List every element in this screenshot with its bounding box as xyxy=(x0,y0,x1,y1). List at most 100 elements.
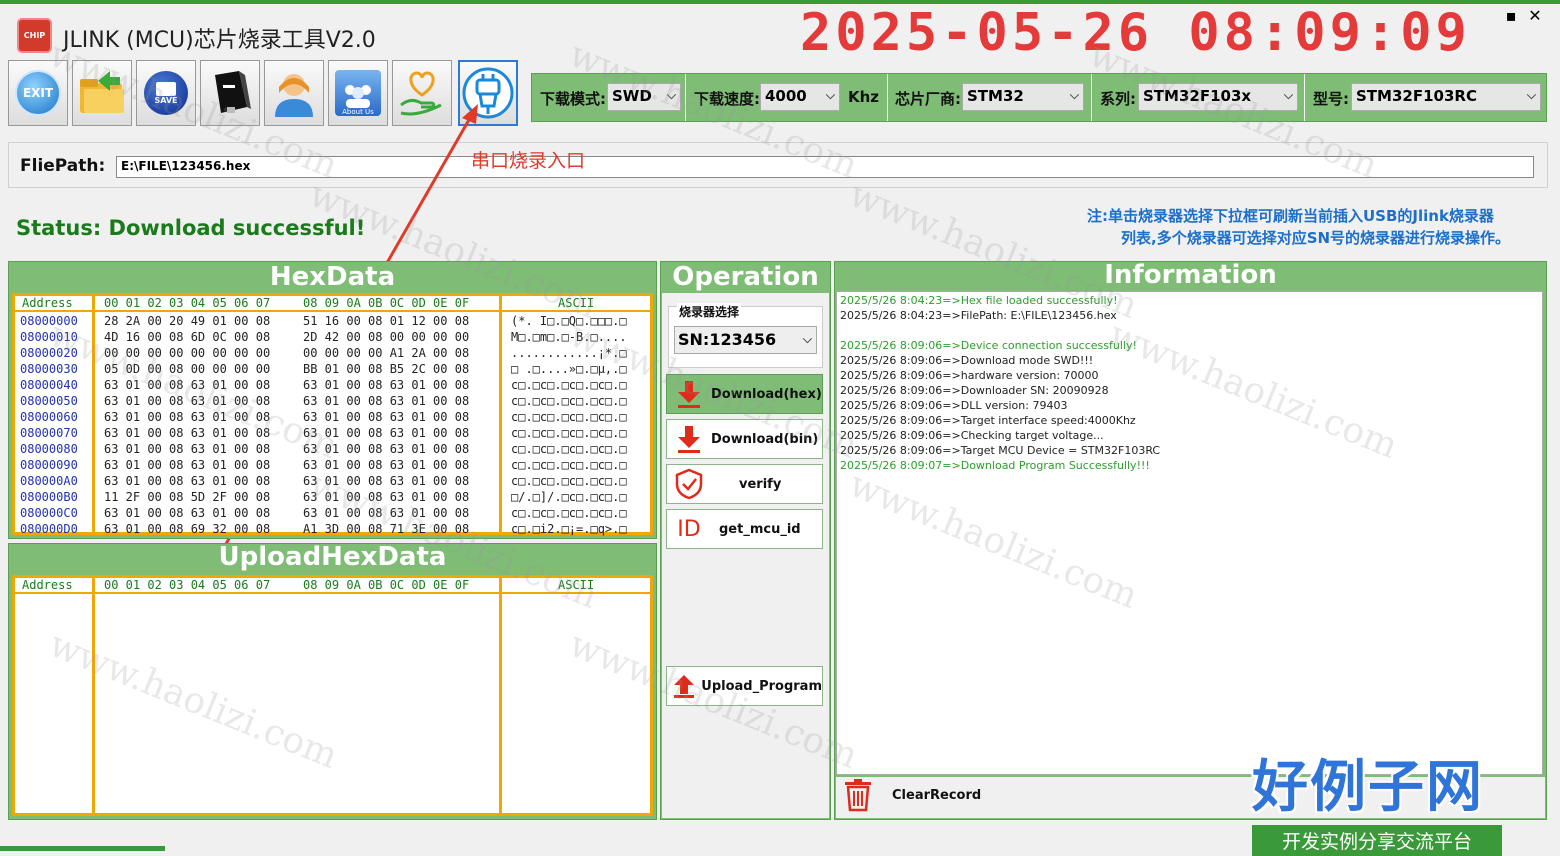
upload-program-label: Upload_Program xyxy=(701,678,822,694)
programmer-select[interactable]: SN:123456 ⌵ xyxy=(674,326,817,354)
hex-row-bytes-2: 63 01 00 08 63 01 00 08 xyxy=(303,458,470,472)
hex-row-ascii: c□.□i2.□¡=.□q>.□ xyxy=(511,522,627,536)
header-ascii: ASCII xyxy=(558,296,595,310)
hex-row-bytes-1: 00 00 00 00 00 00 00 00 xyxy=(104,346,271,360)
hex-row-bytes-1: 63 01 00 08 69 32 00 08 xyxy=(104,522,271,536)
log-line: 2025/5/26 8:09:06=>Checking target volta… xyxy=(840,429,1104,442)
download-arrow-icon xyxy=(667,379,711,409)
hex-row-ascii: □/.□]/.□c□.□c□.□ xyxy=(511,490,627,504)
header-bytes-2: 08 09 0A 0B 0C 0D 0E 0F xyxy=(303,296,470,310)
log-line: 2025/5/26 8:04:23=>Hex file loaded succe… xyxy=(840,294,1118,307)
log-line: 2025/5/26 8:09:06=>hardware version: 700… xyxy=(840,369,1099,382)
hex-row-bytes-2: 51 16 00 08 01 12 00 08 xyxy=(303,314,470,328)
hex-row-address: 08000010 xyxy=(20,330,78,344)
hex-row-address: 080000C0 xyxy=(20,506,78,520)
hexdata-panel: HexData Address 00 01 02 03 04 05 06 07 … xyxy=(8,261,657,539)
header-address: Address xyxy=(22,296,73,310)
grid-line xyxy=(15,310,650,312)
programmer-select-group: 烧录器选择 SN:123456 ⌵ xyxy=(668,303,823,368)
brand-title: 好例子网 xyxy=(1252,755,1484,820)
hex-row-ascii: c□.□c□.□c□.□c□.□ xyxy=(511,410,627,424)
get-mcu-id-button[interactable]: ID get_mcu_id xyxy=(666,509,823,549)
hex-row-bytes-1: 63 01 00 08 63 01 00 08 xyxy=(104,410,271,424)
note-line-2: 列表,多个烧录器可选择对应SN号的烧录器进行烧录操作。 xyxy=(1121,229,1511,247)
hex-row-bytes-1: 63 01 00 08 63 01 00 08 xyxy=(104,474,271,488)
hexdata-grid[interactable]: Address 00 01 02 03 04 05 06 07 08 09 0A… xyxy=(12,293,653,536)
hex-row-bytes-1: 63 01 00 08 63 01 00 08 xyxy=(104,394,271,408)
get-mcu-id-label: get_mcu_id xyxy=(719,521,801,537)
header-bytes-1: 00 01 02 03 04 05 06 07 xyxy=(104,578,271,592)
hex-row-bytes-2: 00 00 00 00 A1 2A 00 08 xyxy=(303,346,470,360)
hex-row-bytes-2: BB 01 00 08 B5 2C 00 08 xyxy=(303,362,470,376)
log-line: 2025/5/26 8:09:06=>Device connection suc… xyxy=(840,339,1137,352)
hex-row-address: 08000020 xyxy=(20,346,78,360)
note-line-1: 注:单击烧录器选择下拉框可刷新当前插入USB的Jlink烧录器 xyxy=(1087,207,1494,225)
hex-row-ascii: c□.□c□.□c□.□c□.□ xyxy=(511,442,627,456)
hex-row-bytes-2: 63 01 00 08 63 01 00 08 xyxy=(303,410,470,424)
hex-row-bytes-2: 63 01 00 08 63 01 00 08 xyxy=(303,442,470,456)
grid-line xyxy=(499,296,502,532)
verify-button[interactable]: verify xyxy=(666,464,823,504)
log-line: 2025/5/26 8:09:07=>Download Program Succ… xyxy=(840,459,1150,472)
log-line: 2025/5/26 8:09:06=>Download mode SWD!!! xyxy=(840,354,1094,367)
hex-row-bytes-1: 63 01 00 08 63 01 00 08 xyxy=(104,506,271,520)
hex-row-ascii: c□.□c□.□c□.□c□.□ xyxy=(511,458,627,472)
operation-body xyxy=(662,293,829,818)
verify-label: verify xyxy=(739,476,782,492)
uploadhex-panel: UploadHexData Address 00 01 02 03 04 05 … xyxy=(8,542,657,820)
hex-row-address: 08000070 xyxy=(20,426,78,440)
trash-icon[interactable] xyxy=(842,778,874,812)
shield-check-icon xyxy=(667,468,711,500)
download-bin-label: Download(bin) xyxy=(711,431,819,447)
hex-row-ascii: (*. I□.□Q□.□□□.□ xyxy=(511,314,627,328)
hex-row-ascii: c□.□c□.□c□.□c□.□ xyxy=(511,426,627,440)
clear-record-button[interactable]: ClearRecord xyxy=(892,788,981,803)
hex-row-address: 08000060 xyxy=(20,410,78,424)
hex-row-address: 08000090 xyxy=(20,458,78,472)
information-title: Information xyxy=(1104,260,1277,290)
uploadhex-grid[interactable]: Address 00 01 02 03 04 05 06 07 08 09 0A… xyxy=(12,575,653,816)
grid-line xyxy=(499,578,502,813)
hexdata-title: HexData xyxy=(269,262,396,292)
hex-row-bytes-2: 2D 42 00 08 00 00 00 00 xyxy=(303,330,470,344)
haolizi-logo: 好例子网 开发实例分享交流平台 xyxy=(1252,742,1508,856)
download-hex-label: Download(hex) xyxy=(711,386,822,402)
hex-row-bytes-1: 63 01 00 08 63 01 00 08 xyxy=(104,458,271,472)
status-text: Status: Download successful! xyxy=(16,216,366,240)
hex-row-address: 08000040 xyxy=(20,378,78,392)
log-line: 2025/5/26 8:04:23=>FilePath: E:\FILE\123… xyxy=(840,309,1117,322)
hex-row-bytes-2: 63 01 00 08 63 01 00 08 xyxy=(303,426,470,440)
download-arrow-icon xyxy=(667,424,711,454)
hex-row-ascii: c□.□c□.□c□.□c□.□ xyxy=(511,506,627,520)
hex-row-bytes-2: 63 01 00 08 63 01 00 08 xyxy=(303,474,470,488)
information-log[interactable]: 2025/5/26 8:04:23=>Hex file loaded succe… xyxy=(836,291,1543,775)
hex-row-bytes-1: 4D 16 00 08 6D 0C 00 08 xyxy=(104,330,271,344)
log-line: 2025/5/26 8:09:06=>DLL version: 79403 xyxy=(840,399,1068,412)
hex-row-ascii: ............¡*.□ xyxy=(511,346,627,360)
upload-program-button[interactable]: Upload_Program xyxy=(666,666,823,706)
programmer-value: SN:123456 xyxy=(678,330,777,349)
hex-row-bytes-1: 05 0D 00 08 00 00 00 00 xyxy=(104,362,271,376)
hex-row-bytes-2: 63 01 00 08 63 01 00 08 xyxy=(303,378,470,392)
hex-row-bytes-1: 63 01 00 08 63 01 00 08 xyxy=(104,442,271,456)
hex-row-ascii: c□.□c□.□c□.□c□.□ xyxy=(511,474,627,488)
programmer-label: 烧录器选择 xyxy=(677,303,742,320)
brand-subtitle: 开发实例分享交流平台 xyxy=(1252,825,1502,856)
download-bin-button[interactable]: Download(bin) xyxy=(666,419,823,459)
hex-row-address: 08000030 xyxy=(20,362,78,376)
hex-row-bytes-1: 11 2F 00 08 5D 2F 00 08 xyxy=(104,490,271,504)
grid-line xyxy=(15,592,650,594)
hex-row-ascii: c□.□c□.□c□.□c□.□ xyxy=(511,394,627,408)
log-line: 2025/5/26 8:09:06=>Target interface spee… xyxy=(840,414,1136,427)
hex-row-address: 08000080 xyxy=(20,442,78,456)
hex-row-address: 08000000 xyxy=(20,314,78,328)
hex-row-bytes-1: 28 2A 00 20 49 01 00 08 xyxy=(104,314,271,328)
header-bytes-2: 08 09 0A 0B 0C 0D 0E 0F xyxy=(303,578,470,592)
hex-row-address: 080000D0 xyxy=(20,522,78,536)
download-hex-button[interactable]: Download(hex) xyxy=(666,374,823,414)
hex-row-bytes-2: 63 01 00 08 63 01 00 08 xyxy=(303,506,470,520)
id-icon: ID xyxy=(677,516,701,542)
hex-row-ascii: M□.□m□.□-B.□.... xyxy=(511,330,627,344)
grid-line xyxy=(92,296,95,532)
hex-row-address: 080000A0 xyxy=(20,474,78,488)
